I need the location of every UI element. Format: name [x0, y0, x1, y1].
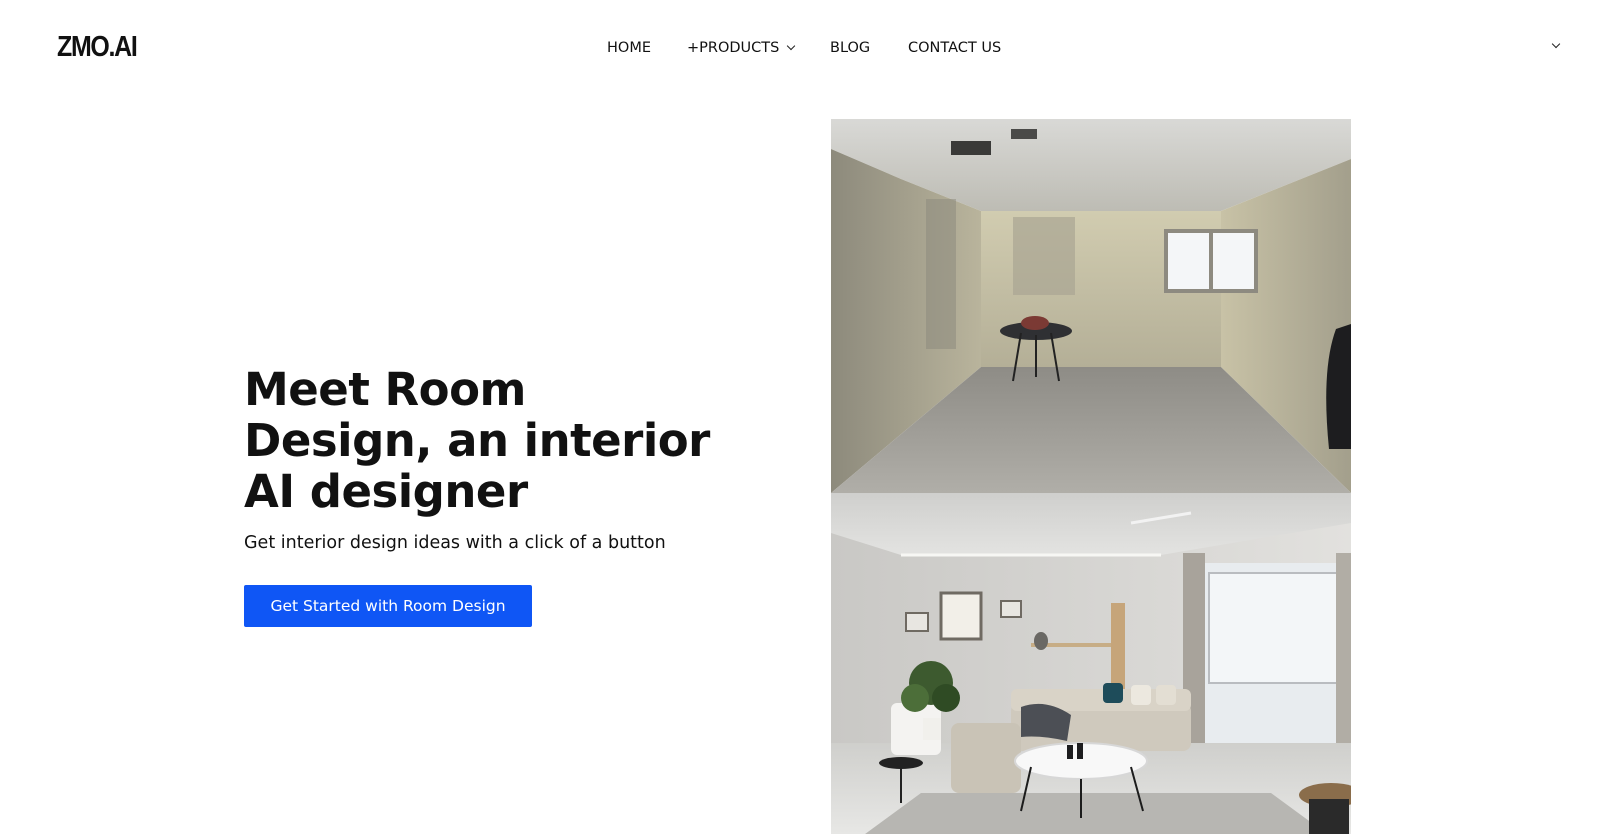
main-nav: HOME +PRODUCTS BLOG CONTACT US: [0, 36, 1600, 60]
nav-item-label: BLOG: [830, 40, 871, 56]
designed-room-illustration: [831, 493, 1351, 834]
nav-item-contact-us[interactable]: CONTACT US: [908, 36, 1001, 60]
language-dropdown-toggle[interactable]: [1549, 38, 1567, 56]
nav-item-blog[interactable]: BLOG: [830, 36, 870, 60]
nav-item-label: HOME: [607, 40, 651, 56]
unfinished-room-illustration: [831, 119, 1351, 493]
nav-item-label: CONTACT US: [908, 40, 1002, 56]
chevron-down-icon: [1551, 39, 1561, 49]
hero-subtitle: Get interior design ideas with a click o…: [244, 533, 666, 553]
nav-item-products[interactable]: +PRODUCTS: [687, 36, 796, 60]
before-room-image: [831, 119, 1351, 493]
get-started-button[interactable]: Get Started with Room Design: [244, 585, 532, 627]
hero-title: Meet Room Design, an interior AI designe…: [244, 363, 710, 518]
chevron-down-icon: [787, 41, 796, 51]
nav-item-home[interactable]: HOME: [607, 36, 651, 60]
site-header: ZMO.AI HOME +PRODUCTS BLOG CONTACT US: [0, 0, 1600, 94]
nav-item-label: +PRODUCTS: [687, 40, 780, 56]
after-room-image: [831, 493, 1351, 834]
